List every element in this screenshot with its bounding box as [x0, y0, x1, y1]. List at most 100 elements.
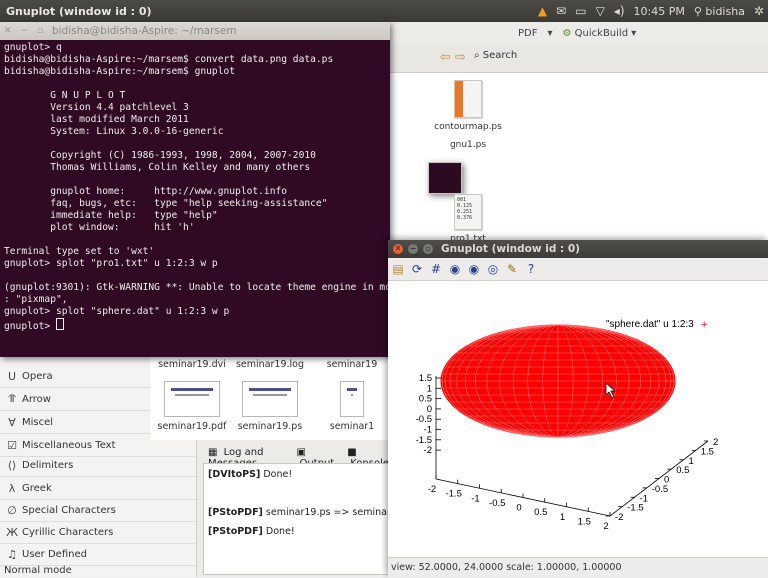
- sidebar-item-label: Delimiters: [22, 459, 74, 471]
- zoom-prev-icon[interactable]: ◉: [449, 262, 461, 276]
- gnuplot-window: ✕ − ▫ Gnuplot (window id : 0) ▤ ⟳ # ◉ ◉ …: [388, 240, 768, 578]
- quickbuild-menu[interactable]: ⚙ QuickBuild ▾: [563, 28, 637, 39]
- minimize-icon[interactable]: −: [408, 244, 418, 254]
- file-name: seminar19.pdf: [157, 421, 227, 432]
- terminal-line: System: Linux 3.0.0-16-generic: [4, 126, 224, 137]
- sidebar-item-special[interactable]: ∅ Special Characters: [0, 499, 196, 522]
- sidebar-item-cyrillic[interactable]: Ж Cyrillic Characters: [0, 521, 196, 544]
- user-menu[interactable]: ⚲ bidisha: [694, 5, 745, 18]
- file-item[interactable]: contourmap.ps: [428, 80, 508, 132]
- gnuplot-plot-area[interactable]: "sphere.dat" u 1:2:3 + 1.5 1 0.5 0 -0.5 -1 -1.…: [388, 281, 768, 555]
- x-tick-label: -0.5: [489, 498, 505, 509]
- x-tick-label: 0: [516, 503, 521, 514]
- zoom-next-icon[interactable]: ◉: [468, 262, 480, 276]
- file-item[interactable]: 001 0.125 0.251 0.376 pro1.txt: [428, 194, 508, 244]
- pdf-thumbnail-icon: [164, 381, 220, 417]
- clock[interactable]: 10:45 PM: [634, 5, 685, 18]
- gnuplot-title: Gnuplot (window id : 0): [441, 243, 580, 255]
- y-tick-label: -2: [615, 512, 623, 523]
- sidebar-item-label: Opera: [22, 370, 53, 382]
- terminal-line: gnuplot home: http://www.gnuplot.info: [4, 186, 288, 197]
- file-name: contourmap.ps: [434, 122, 502, 132]
- sidebar-item-label: Cyrillic Characters: [22, 526, 114, 538]
- file-item[interactable]: seminar19.ps: [228, 377, 312, 432]
- fm-menu-toolbar: PDF ▾ ⚙ QuickBuild ▾: [370, 22, 768, 45]
- kile-window: U Opera ⥣ Arrow ∀ Miscel ☑ Miscellaneous Tex…: [0, 355, 434, 577]
- terminal-line: G N U P L O T: [4, 90, 126, 101]
- network-icon[interactable]: ▽: [596, 0, 605, 22]
- minimize-icon[interactable]: −: [20, 26, 31, 36]
- pdf-dropdown-icon[interactable]: ▾: [547, 28, 552, 39]
- file-item[interactable]: gnu1.ps: [428, 140, 508, 194]
- terminal-cursor: [55, 318, 64, 330]
- x-tick-label: 0.5: [534, 507, 547, 518]
- maximize-icon[interactable]: ▫: [423, 244, 433, 254]
- legend-marker: +: [701, 319, 707, 331]
- maximize-icon[interactable]: ▫: [37, 26, 46, 36]
- sidebar-item-label: User Defined: [22, 548, 87, 560]
- autoscale-icon[interactable]: ◎: [487, 262, 499, 276]
- x-tick-label: -2: [428, 484, 436, 495]
- file-item[interactable]: seminar19.log: [228, 359, 312, 370]
- arrows-icon: ⥣: [8, 392, 16, 405]
- volume-icon[interactable]: ◂): [614, 0, 625, 22]
- sidebar-item-greek[interactable]: λ Greek: [0, 477, 196, 500]
- warning-icon[interactable]: ▲: [538, 0, 547, 22]
- sphere-scatter-plot[interactable]: "sphere.dat" u 1:2:3 + 1.510.50-0.5-1-1.…: [388, 281, 768, 555]
- pdf-menu[interactable]: PDF: [518, 28, 537, 39]
- terminal-line: gnuplot> q: [4, 42, 62, 53]
- sidebar-item-delimiters[interactable]: ⟨⟩ Delimiters: [0, 454, 196, 477]
- y-tick-label: 0.5: [676, 465, 689, 476]
- document-icon: [454, 80, 482, 118]
- z-tick-label: -2: [424, 445, 432, 456]
- gnuplot-status-bar: view: 52.0000, 24.0000 scale: 1.00000, 1…: [388, 557, 768, 578]
- back-forward-icon[interactable]: ⇦⇨: [440, 50, 470, 65]
- kile-status-bar: Normal mode: [4, 565, 72, 576]
- terminal-line: gnuplot> splot "sphere.dat" u 1:2:3 w p: [4, 306, 230, 317]
- replot-icon[interactable]: ⟳: [411, 262, 423, 276]
- x-tick-label: -1: [471, 493, 479, 504]
- sidebar-item-user-defined[interactable]: ♫ User Defined: [0, 543, 196, 566]
- close-icon[interactable]: ✕: [4, 26, 15, 36]
- terminal-output[interactable]: gnuplot> q bidisha@bidisha-Aspire:~/marse…: [4, 42, 388, 355]
- terminal-line: last modified March 2011: [4, 114, 189, 125]
- terminal-line: gnuplot>: [4, 318, 388, 333]
- music-icon: ♫: [7, 547, 17, 561]
- special-chars-icon: ∅: [7, 503, 17, 517]
- gear-icon[interactable]: ✲: [754, 0, 764, 22]
- search-label: Search: [482, 50, 518, 61]
- file-name: seminar19: [326, 359, 378, 370]
- grid-icon[interactable]: #: [430, 262, 442, 276]
- y-tick-label: 0: [664, 475, 669, 486]
- mail-icon[interactable]: ✉: [556, 0, 566, 22]
- quickbuild-label: QuickBuild: [574, 27, 629, 39]
- close-icon[interactable]: ✕: [393, 244, 403, 254]
- log-tag: [PStoPDF]: [208, 526, 263, 537]
- file-item[interactable]: seminar19: [310, 359, 394, 370]
- window-controls[interactable]: ✕ − ▫: [0, 26, 52, 36]
- y-tick-label: 1.5: [701, 446, 714, 457]
- file-item[interactable]: seminar19.dvi: [150, 359, 234, 370]
- battery-icon[interactable]: ▭: [575, 0, 586, 22]
- y-tick-label: -0.5: [652, 484, 668, 495]
- x-tick-label: -1.5: [446, 489, 462, 500]
- terminal-line: bidisha@bidisha-Aspire:~/marsem$ gnuplot: [4, 66, 236, 77]
- misc-icon: ∀: [8, 415, 16, 429]
- log-line: [DVItoPS] Done!: [208, 469, 292, 480]
- log-pane: [DVItoPS] Done! [PStoPDF] seminar19.ps =…: [203, 463, 434, 575]
- legend-label: "sphere.dat" u 1:2:3: [606, 319, 694, 330]
- terminal-line: (gnuplot:9301): Gtk-WARNING **: Unable t…: [4, 282, 388, 293]
- y-tick-label: -1.5: [627, 503, 643, 514]
- file-item[interactable]: seminar1: [310, 377, 394, 432]
- terminal-line: plot window: hit 'h': [4, 222, 195, 233]
- file-item[interactable]: seminar19.pdf: [150, 377, 234, 432]
- copy-clipboard-icon[interactable]: ▤: [392, 262, 404, 276]
- terminal-line: Copyright (C) 1986-1993, 1998, 2004, 200…: [4, 150, 316, 161]
- help-icon[interactable]: ?: [525, 262, 537, 276]
- config-icon[interactable]: ✎: [506, 262, 518, 276]
- search-button[interactable]: ⌕ Search: [474, 50, 517, 61]
- file-name: seminar19.ps: [237, 421, 303, 432]
